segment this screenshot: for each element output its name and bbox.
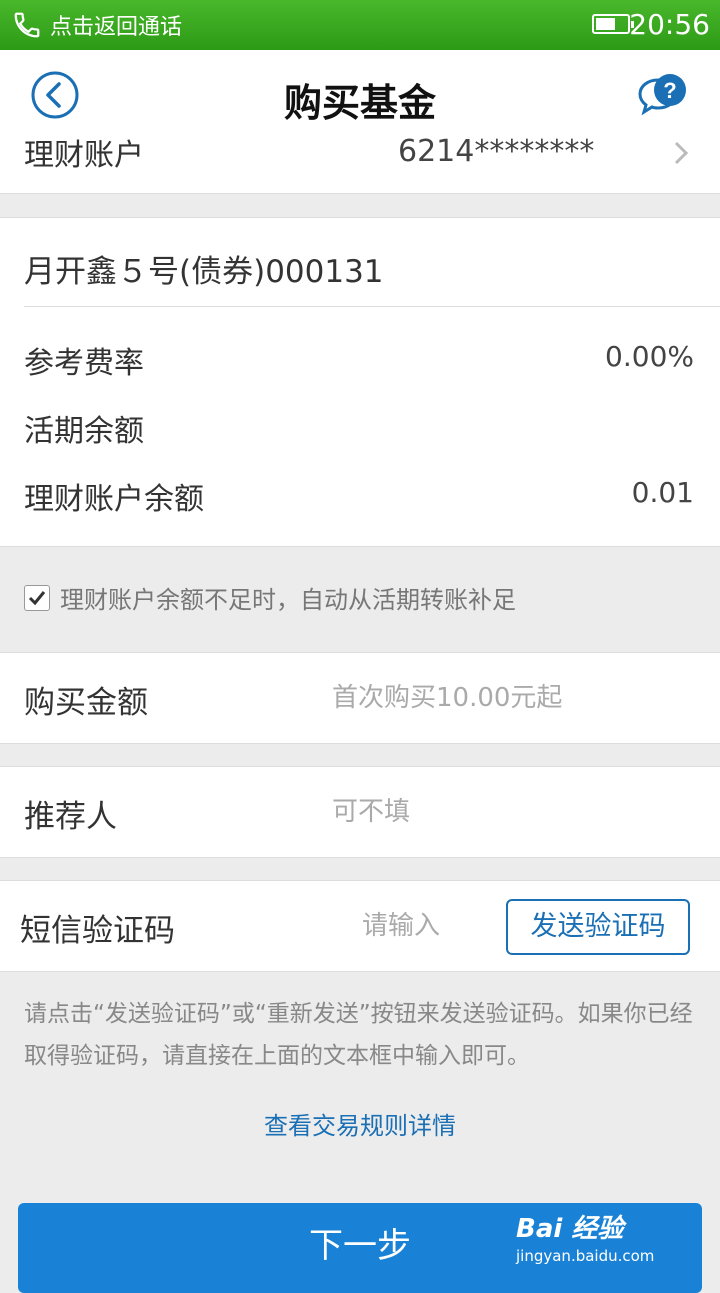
battery-icon [592,14,634,34]
referrer-input[interactable] [330,789,694,835]
sms-code-label: 短信验证码 [20,913,175,949]
purchase-amount-row: 购买金额 [0,652,720,744]
account-section[interactable]: 理财账户 6214******** [0,134,720,194]
referrer-label: 推荐人 [24,799,117,835]
phone-icon[interactable] [12,10,42,40]
fund-name: 月开鑫５号(债券)000131 [24,254,384,290]
status-bar: 点击返回通话 20:56 [0,0,720,50]
chevron-right-icon [674,141,689,165]
current-balance-label: 活期余额 [24,414,144,449]
account-balance-label: 理财账户余额 [24,482,204,517]
purchase-amount-input[interactable] [330,675,694,721]
svg-text:?: ? [663,78,676,103]
sms-code-input[interactable] [360,903,504,949]
page-title: 购买基金 [283,81,436,125]
fee-label: 参考费率 [24,346,144,381]
sms-code-row: 短信验证码 发送验证码 [0,880,720,972]
checkmark-icon [28,590,46,605]
baidu-jingyan-watermark: Bai 经验 jingyan.baidu.com [516,1208,706,1272]
sms-hint-text: 请点击“发送验证码”或“重新发送”按钮来发送验证码。如果你已经取得验证码，请直接… [24,1001,693,1069]
purchase-amount-label: 购买金额 [24,685,148,721]
clock: 20:56 [629,8,710,41]
account-balance-value: 0.01 [631,476,694,509]
fee-value: 0.00% [605,340,694,373]
app-header: 购买基金 ? [0,50,720,139]
send-code-button[interactable]: 发送验证码 [506,899,690,955]
auto-transfer-option[interactable]: 理财账户余额不足时，自动从活期转账补足 [24,580,516,615]
divider [24,306,720,307]
watermark-url: jingyan.baidu.com [516,1247,655,1265]
return-to-call-link[interactable]: 点击返回通话 [50,9,182,41]
auto-transfer-checkbox[interactable] [24,584,50,611]
trading-rules-link[interactable]: 查看交易规则详情 [0,1106,720,1141]
auto-transfer-label: 理财账户余额不足时，自动从活期转账补足 [60,586,516,614]
watermark-logo-text: Bai 经验 [516,1214,624,1244]
account-number: 6214******** [398,134,595,169]
help-icon[interactable]: ? [634,72,690,120]
referrer-row: 推荐人 [0,766,720,858]
account-label: 理财账户 [24,138,144,173]
fund-info-section: 月开鑫５号(债券)000131 参考费率 0.00% 活期余额 理财账户余额 0… [0,217,720,547]
